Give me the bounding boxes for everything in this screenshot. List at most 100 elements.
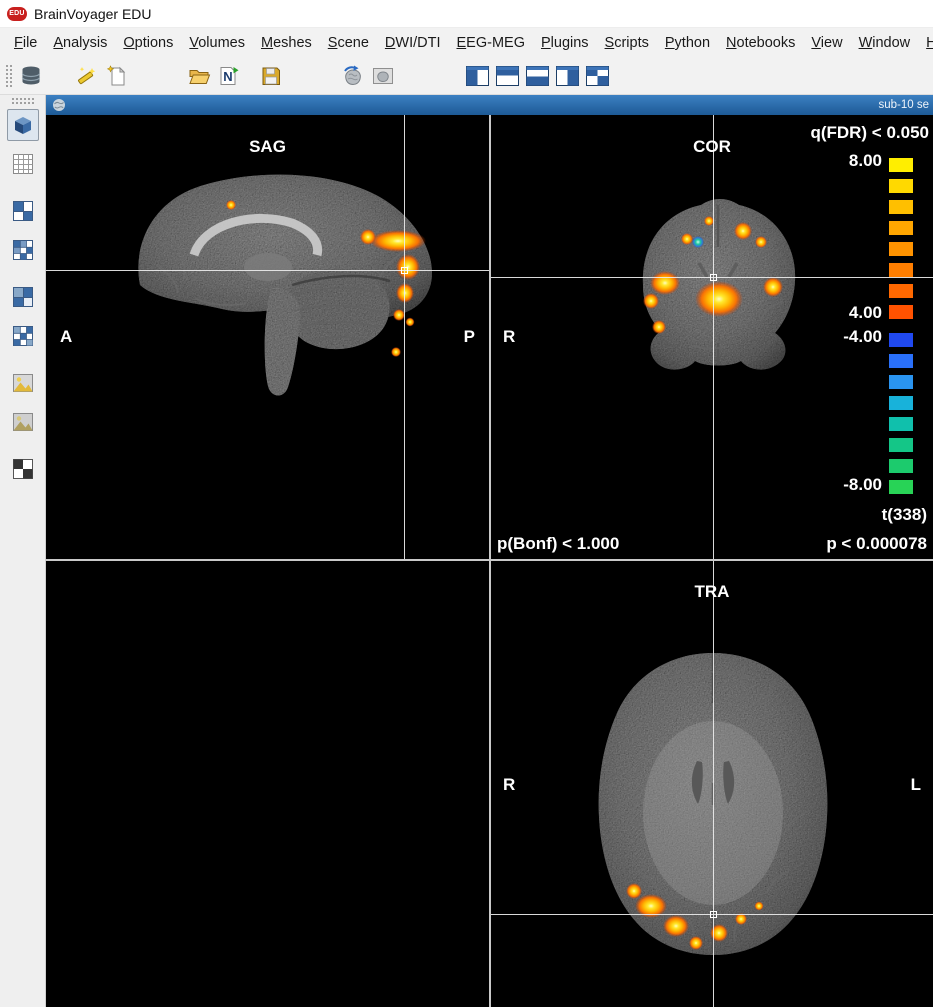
tra-crosshair-vertical[interactable] bbox=[713, 561, 714, 1007]
cor-crosshair-center[interactable] bbox=[710, 274, 717, 281]
menu-eeg-meg[interactable]: EEG-MEG bbox=[449, 30, 533, 56]
slice-3d-view-icon bbox=[14, 117, 31, 134]
cor-crosshair-vertical[interactable] bbox=[713, 115, 714, 559]
multislice-view-1-button[interactable] bbox=[7, 195, 39, 227]
open-folder-icon bbox=[189, 70, 211, 84]
sidebar-grip[interactable] bbox=[10, 97, 35, 105]
quadrant-divider-vertical bbox=[489, 115, 491, 1007]
grid-table-view-icon bbox=[12, 154, 33, 174]
transverse-brain-image[interactable] bbox=[491, 561, 933, 1007]
multislice-view-1-icon bbox=[12, 201, 33, 221]
quadrant-divider-horizontal bbox=[46, 559, 933, 561]
sagittal-brain-image[interactable] bbox=[46, 115, 489, 559]
menu-dwi-dti[interactable]: DWI/DTI bbox=[377, 30, 449, 56]
tra-right-label: L bbox=[910, 775, 921, 794]
sag-posterior-label: P bbox=[463, 327, 475, 346]
menu-window[interactable]: Window bbox=[851, 30, 919, 56]
menu-options[interactable]: Options bbox=[115, 30, 181, 56]
sag-crosshair-vertical[interactable] bbox=[404, 115, 405, 559]
new-document-icon bbox=[106, 65, 126, 86]
layout-left-button[interactable] bbox=[462, 61, 492, 91]
transverse-view[interactable]: TRA R L bbox=[491, 561, 933, 1007]
multislice-view-2-button[interactable] bbox=[7, 234, 39, 266]
multislice-view-2-icon bbox=[12, 240, 33, 260]
menubar: File Analysis Options Volumes Meshes Sce… bbox=[0, 28, 933, 58]
colorbar bbox=[889, 158, 913, 501]
save-icon bbox=[262, 67, 280, 85]
data-stack-button[interactable] bbox=[16, 61, 46, 91]
scale-min-pos: 4.00 bbox=[848, 303, 882, 322]
texture-map-1-button[interactable] bbox=[7, 367, 39, 399]
colorbar-positive bbox=[889, 158, 913, 319]
open-nifti-icon: N bbox=[220, 67, 239, 85]
coronal-view[interactable]: COR R q(FDR) < 0.050 8.00 4.00 -4.00 -8.… bbox=[491, 115, 933, 559]
dof-label: t(338) bbox=[881, 505, 927, 524]
multislice-view-3-button[interactable] bbox=[7, 281, 39, 313]
layout-right-button[interactable] bbox=[552, 61, 582, 91]
multislice-view-3-icon bbox=[12, 287, 33, 307]
bonferroni-label: p(Bonf) < 1.000 bbox=[497, 534, 620, 553]
texture-map-1-icon bbox=[12, 374, 33, 392]
sag-crosshair-horizontal[interactable] bbox=[46, 270, 489, 271]
menu-python[interactable]: Python bbox=[657, 30, 718, 56]
import-brain-button[interactable] bbox=[338, 61, 368, 91]
magic-wand-icon bbox=[78, 67, 96, 85]
menu-meshes[interactable]: Meshes bbox=[253, 30, 320, 56]
tra-crosshair-center[interactable] bbox=[710, 911, 717, 918]
titlebar[interactable]: EDU BrainVoyager EDU bbox=[0, 0, 933, 28]
layout-right-icon bbox=[555, 66, 579, 86]
checkerboard-view-icon bbox=[12, 459, 33, 479]
layout-grid-button[interactable] bbox=[582, 61, 612, 91]
brain-frame-icon bbox=[373, 68, 393, 84]
brain-frame-button[interactable] bbox=[368, 61, 398, 91]
document-brain-icon bbox=[53, 99, 65, 111]
scale-max-pos: 8.00 bbox=[848, 151, 882, 170]
menu-scene[interactable]: Scene bbox=[320, 30, 377, 56]
left-toolbar bbox=[0, 95, 46, 1007]
cor-left-label: R bbox=[503, 327, 516, 346]
layout-bottom-button[interactable] bbox=[522, 61, 552, 91]
menu-analysis[interactable]: Analysis bbox=[45, 30, 115, 56]
texture-map-2-icon bbox=[12, 413, 33, 431]
svg-text:N: N bbox=[223, 69, 232, 84]
document-title: sub-10 se bbox=[878, 99, 929, 111]
checkerboard-view-button[interactable] bbox=[7, 453, 39, 485]
menu-volumes[interactable]: Volumes bbox=[181, 30, 253, 56]
open-nifti-button[interactable]: N bbox=[214, 61, 244, 91]
multi-slice-views: SAG A P COR R q(FDR) < 0.050 8.00 4.00 -… bbox=[46, 115, 933, 1007]
layout-top-button[interactable] bbox=[492, 61, 522, 91]
sagittal-view[interactable]: SAG A P bbox=[46, 115, 489, 559]
new-document-button[interactable] bbox=[102, 61, 132, 91]
p-value-label: p < 0.000078 bbox=[826, 534, 927, 553]
empty-view[interactable] bbox=[46, 561, 489, 1007]
save-button[interactable] bbox=[256, 61, 286, 91]
threshold-label: q(FDR) < 0.050 bbox=[810, 123, 929, 142]
texture-map-2-button[interactable] bbox=[7, 406, 39, 438]
menu-plugins[interactable]: Plugins bbox=[533, 30, 597, 56]
sag-anterior-label: A bbox=[60, 327, 73, 346]
menu-help[interactable]: Help bbox=[918, 30, 933, 56]
brainvoyager-window: EDU BrainVoyager EDU File Analysis Optio… bbox=[0, 0, 933, 1007]
grid-table-view-button[interactable] bbox=[7, 148, 39, 180]
menu-file[interactable]: File bbox=[6, 30, 45, 56]
sag-crosshair-center[interactable] bbox=[401, 267, 408, 274]
layout-top-icon bbox=[495, 66, 519, 86]
sag-label: SAG bbox=[249, 137, 286, 156]
menu-view[interactable]: View bbox=[803, 30, 850, 56]
layout-bottom-icon bbox=[525, 66, 549, 86]
window-title: BrainVoyager EDU bbox=[34, 5, 152, 22]
menu-notebooks[interactable]: Notebooks bbox=[718, 30, 803, 56]
menu-scripts[interactable]: Scripts bbox=[597, 30, 657, 56]
tra-label: TRA bbox=[694, 582, 730, 601]
scale-min-neg: -4.00 bbox=[843, 327, 882, 346]
colorbar-negative bbox=[889, 333, 913, 494]
open-folder-button[interactable] bbox=[184, 61, 214, 91]
multislice-view-4-button[interactable] bbox=[7, 320, 39, 352]
document-titlebar[interactable]: sub-10 se bbox=[46, 95, 933, 115]
magic-wand-button[interactable] bbox=[72, 61, 102, 91]
scale-max-neg: -8.00 bbox=[843, 475, 882, 494]
toolbar-grip[interactable] bbox=[5, 64, 13, 88]
import-brain-icon bbox=[344, 65, 361, 86]
slice-3d-view-button[interactable] bbox=[6, 109, 39, 141]
data-stack-icon bbox=[21, 66, 41, 85]
